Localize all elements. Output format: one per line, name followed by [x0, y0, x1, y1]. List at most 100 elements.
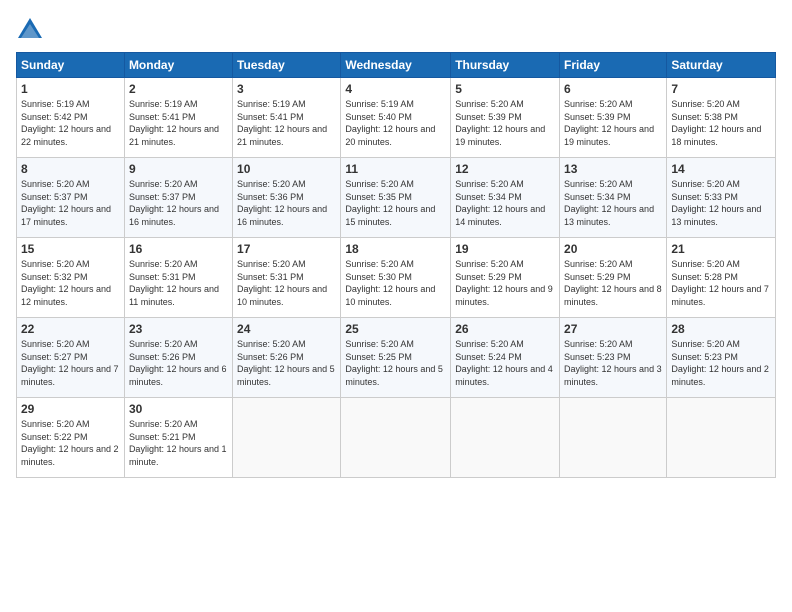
day-number: 13	[564, 162, 662, 176]
day-info: Sunrise: 5:20 AM Sunset: 5:36 PM Dayligh…	[237, 178, 336, 228]
day-number: 28	[671, 322, 771, 336]
calendar-cell: 23 Sunrise: 5:20 AM Sunset: 5:26 PM Dayl…	[124, 318, 232, 398]
day-info: Sunrise: 5:20 AM Sunset: 5:22 PM Dayligh…	[21, 418, 120, 468]
day-number: 22	[21, 322, 120, 336]
day-number: 25	[345, 322, 446, 336]
calendar-cell: 12 Sunrise: 5:20 AM Sunset: 5:34 PM Dayl…	[451, 158, 560, 238]
page-header	[16, 16, 776, 44]
calendar-cell: 16 Sunrise: 5:20 AM Sunset: 5:31 PM Dayl…	[124, 238, 232, 318]
day-info: Sunrise: 5:20 AM Sunset: 5:25 PM Dayligh…	[345, 338, 446, 388]
day-info: Sunrise: 5:20 AM Sunset: 5:26 PM Dayligh…	[129, 338, 228, 388]
calendar-week-5: 29 Sunrise: 5:20 AM Sunset: 5:22 PM Dayl…	[17, 398, 776, 478]
calendar-week-4: 22 Sunrise: 5:20 AM Sunset: 5:27 PM Dayl…	[17, 318, 776, 398]
day-info: Sunrise: 5:20 AM Sunset: 5:39 PM Dayligh…	[564, 98, 662, 148]
day-number: 16	[129, 242, 228, 256]
calendar-cell: 27 Sunrise: 5:20 AM Sunset: 5:23 PM Dayl…	[560, 318, 667, 398]
calendar-cell: 4 Sunrise: 5:19 AM Sunset: 5:40 PM Dayli…	[341, 78, 451, 158]
day-number: 6	[564, 82, 662, 96]
calendar-cell: 15 Sunrise: 5:20 AM Sunset: 5:32 PM Dayl…	[17, 238, 125, 318]
day-info: Sunrise: 5:20 AM Sunset: 5:34 PM Dayligh…	[455, 178, 555, 228]
calendar-cell: 3 Sunrise: 5:19 AM Sunset: 5:41 PM Dayli…	[233, 78, 341, 158]
calendar-cell: 1 Sunrise: 5:19 AM Sunset: 5:42 PM Dayli…	[17, 78, 125, 158]
day-info: Sunrise: 5:20 AM Sunset: 5:39 PM Dayligh…	[455, 98, 555, 148]
day-info: Sunrise: 5:20 AM Sunset: 5:31 PM Dayligh…	[237, 258, 336, 308]
day-info: Sunrise: 5:19 AM Sunset: 5:41 PM Dayligh…	[237, 98, 336, 148]
calendar-cell	[341, 398, 451, 478]
day-number: 11	[345, 162, 446, 176]
day-number: 5	[455, 82, 555, 96]
calendar-cell	[667, 398, 776, 478]
day-number: 9	[129, 162, 228, 176]
calendar-cell: 9 Sunrise: 5:20 AM Sunset: 5:37 PM Dayli…	[124, 158, 232, 238]
day-info: Sunrise: 5:20 AM Sunset: 5:24 PM Dayligh…	[455, 338, 555, 388]
calendar-cell: 21 Sunrise: 5:20 AM Sunset: 5:28 PM Dayl…	[667, 238, 776, 318]
header-monday: Monday	[124, 53, 232, 78]
weekday-header-row: Sunday Monday Tuesday Wednesday Thursday…	[17, 53, 776, 78]
day-info: Sunrise: 5:20 AM Sunset: 5:28 PM Dayligh…	[671, 258, 771, 308]
day-info: Sunrise: 5:19 AM Sunset: 5:41 PM Dayligh…	[129, 98, 228, 148]
day-number: 21	[671, 242, 771, 256]
day-number: 19	[455, 242, 555, 256]
day-info: Sunrise: 5:20 AM Sunset: 5:29 PM Dayligh…	[564, 258, 662, 308]
day-info: Sunrise: 5:20 AM Sunset: 5:32 PM Dayligh…	[21, 258, 120, 308]
day-number: 26	[455, 322, 555, 336]
calendar-table: Sunday Monday Tuesday Wednesday Thursday…	[16, 52, 776, 478]
day-number: 3	[237, 82, 336, 96]
header-thursday: Thursday	[451, 53, 560, 78]
calendar-cell: 29 Sunrise: 5:20 AM Sunset: 5:22 PM Dayl…	[17, 398, 125, 478]
calendar-cell: 11 Sunrise: 5:20 AM Sunset: 5:35 PM Dayl…	[341, 158, 451, 238]
day-number: 10	[237, 162, 336, 176]
header-friday: Friday	[560, 53, 667, 78]
calendar-week-3: 15 Sunrise: 5:20 AM Sunset: 5:32 PM Dayl…	[17, 238, 776, 318]
day-info: Sunrise: 5:20 AM Sunset: 5:21 PM Dayligh…	[129, 418, 228, 468]
calendar-cell: 26 Sunrise: 5:20 AM Sunset: 5:24 PM Dayl…	[451, 318, 560, 398]
day-info: Sunrise: 5:20 AM Sunset: 5:33 PM Dayligh…	[671, 178, 771, 228]
calendar-cell: 13 Sunrise: 5:20 AM Sunset: 5:34 PM Dayl…	[560, 158, 667, 238]
calendar-cell: 28 Sunrise: 5:20 AM Sunset: 5:23 PM Dayl…	[667, 318, 776, 398]
day-number: 29	[21, 402, 120, 416]
day-number: 30	[129, 402, 228, 416]
day-number: 23	[129, 322, 228, 336]
day-number: 24	[237, 322, 336, 336]
header-saturday: Saturday	[667, 53, 776, 78]
day-info: Sunrise: 5:20 AM Sunset: 5:29 PM Dayligh…	[455, 258, 555, 308]
calendar-cell: 25 Sunrise: 5:20 AM Sunset: 5:25 PM Dayl…	[341, 318, 451, 398]
day-info: Sunrise: 5:20 AM Sunset: 5:38 PM Dayligh…	[671, 98, 771, 148]
day-info: Sunrise: 5:20 AM Sunset: 5:34 PM Dayligh…	[564, 178, 662, 228]
day-info: Sunrise: 5:20 AM Sunset: 5:23 PM Dayligh…	[671, 338, 771, 388]
calendar-cell: 14 Sunrise: 5:20 AM Sunset: 5:33 PM Dayl…	[667, 158, 776, 238]
day-info: Sunrise: 5:20 AM Sunset: 5:37 PM Dayligh…	[21, 178, 120, 228]
day-info: Sunrise: 5:19 AM Sunset: 5:40 PM Dayligh…	[345, 98, 446, 148]
logo	[16, 16, 48, 44]
day-info: Sunrise: 5:20 AM Sunset: 5:27 PM Dayligh…	[21, 338, 120, 388]
calendar-cell: 10 Sunrise: 5:20 AM Sunset: 5:36 PM Dayl…	[233, 158, 341, 238]
calendar-cell: 8 Sunrise: 5:20 AM Sunset: 5:37 PM Dayli…	[17, 158, 125, 238]
logo-icon	[16, 16, 44, 44]
calendar-cell	[233, 398, 341, 478]
day-info: Sunrise: 5:19 AM Sunset: 5:42 PM Dayligh…	[21, 98, 120, 148]
calendar-cell: 18 Sunrise: 5:20 AM Sunset: 5:30 PM Dayl…	[341, 238, 451, 318]
calendar-cell	[560, 398, 667, 478]
day-number: 17	[237, 242, 336, 256]
calendar-cell: 17 Sunrise: 5:20 AM Sunset: 5:31 PM Dayl…	[233, 238, 341, 318]
day-number: 2	[129, 82, 228, 96]
calendar-cell: 2 Sunrise: 5:19 AM Sunset: 5:41 PM Dayli…	[124, 78, 232, 158]
day-info: Sunrise: 5:20 AM Sunset: 5:31 PM Dayligh…	[129, 258, 228, 308]
header-wednesday: Wednesday	[341, 53, 451, 78]
day-number: 7	[671, 82, 771, 96]
day-number: 14	[671, 162, 771, 176]
day-number: 4	[345, 82, 446, 96]
calendar-cell: 19 Sunrise: 5:20 AM Sunset: 5:29 PM Dayl…	[451, 238, 560, 318]
calendar-cell: 30 Sunrise: 5:20 AM Sunset: 5:21 PM Dayl…	[124, 398, 232, 478]
day-info: Sunrise: 5:20 AM Sunset: 5:35 PM Dayligh…	[345, 178, 446, 228]
calendar-cell: 5 Sunrise: 5:20 AM Sunset: 5:39 PM Dayli…	[451, 78, 560, 158]
calendar-cell: 6 Sunrise: 5:20 AM Sunset: 5:39 PM Dayli…	[560, 78, 667, 158]
day-number: 15	[21, 242, 120, 256]
day-info: Sunrise: 5:20 AM Sunset: 5:37 PM Dayligh…	[129, 178, 228, 228]
calendar-cell	[451, 398, 560, 478]
calendar-cell: 20 Sunrise: 5:20 AM Sunset: 5:29 PM Dayl…	[560, 238, 667, 318]
header-tuesday: Tuesday	[233, 53, 341, 78]
calendar-cell: 7 Sunrise: 5:20 AM Sunset: 5:38 PM Dayli…	[667, 78, 776, 158]
day-number: 1	[21, 82, 120, 96]
day-info: Sunrise: 5:20 AM Sunset: 5:26 PM Dayligh…	[237, 338, 336, 388]
